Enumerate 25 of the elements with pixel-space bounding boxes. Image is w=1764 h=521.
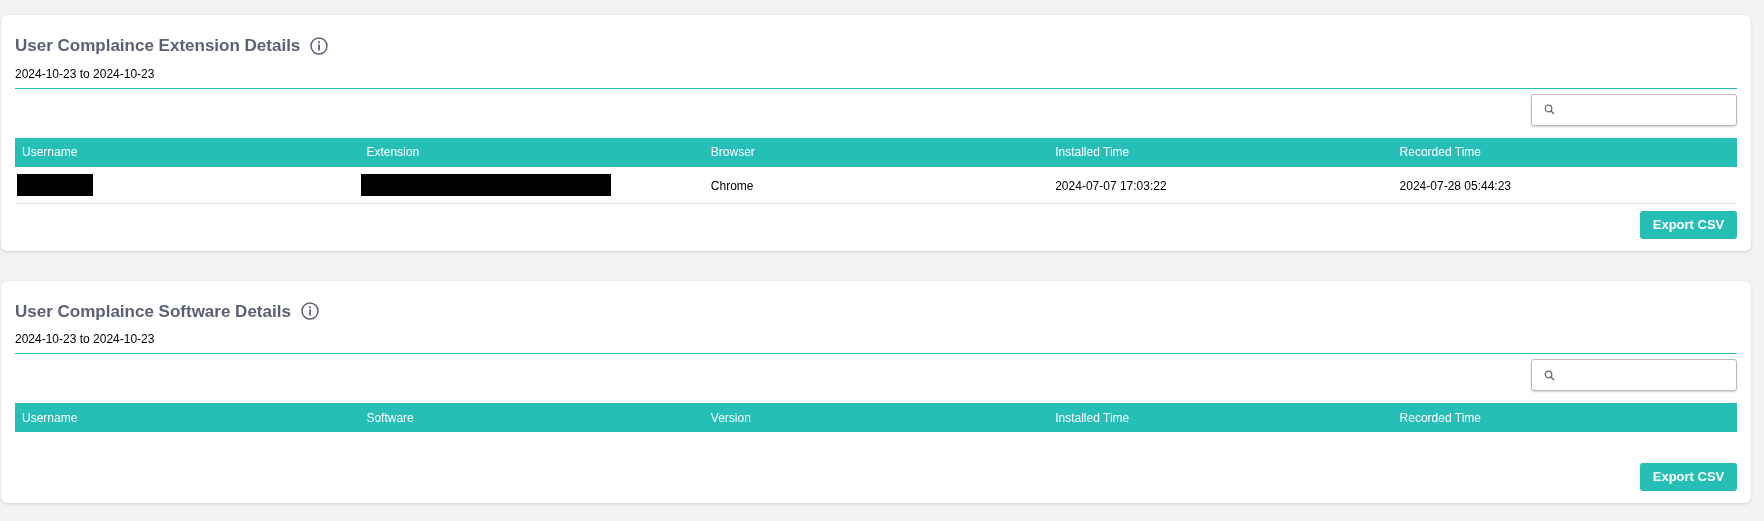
table-cell: 2024-07-07 17:03:22: [1055, 178, 1167, 193]
info-icon[interactable]: [310, 36, 329, 55]
column-header[interactable]: Version: [703, 408, 751, 427]
column-header[interactable]: Extension: [359, 143, 420, 161]
column-header[interactable]: Installed Time: [1048, 143, 1130, 161]
search-field[interactable]: [1531, 359, 1737, 391]
export-csv-button[interactable]: Export CSV: [1640, 210, 1737, 239]
column-header[interactable]: Browser: [703, 143, 755, 161]
column-header[interactable]: Username: [15, 143, 78, 161]
search-icon: [1544, 104, 1555, 115]
info-icon[interactable]: [300, 302, 319, 321]
table-cell: 2024-07-28 05:44:23: [1399, 178, 1512, 193]
export-csv-button[interactable]: Export CSV: [1640, 463, 1737, 491]
search-field[interactable]: [1531, 93, 1737, 126]
column-header[interactable]: Username: [15, 408, 78, 427]
search-icon: [1544, 369, 1555, 381]
table-cell: Chrome: [710, 178, 754, 193]
column-header[interactable]: Software: [359, 408, 414, 427]
panel-title: User Complaince Extension Details: [15, 35, 301, 57]
column-header[interactable]: Recorded Time: [1392, 143, 1481, 161]
column-header[interactable]: Recorded Time: [1392, 408, 1481, 427]
panel-title: User Complaince Software Details: [15, 300, 291, 323]
column-header[interactable]: Installed Time: [1048, 408, 1130, 427]
date-range: 2024-10-23 to 2024-10-23: [15, 330, 1737, 354]
date-range: 2024-10-23 to 2024-10-23: [15, 64, 1737, 89]
